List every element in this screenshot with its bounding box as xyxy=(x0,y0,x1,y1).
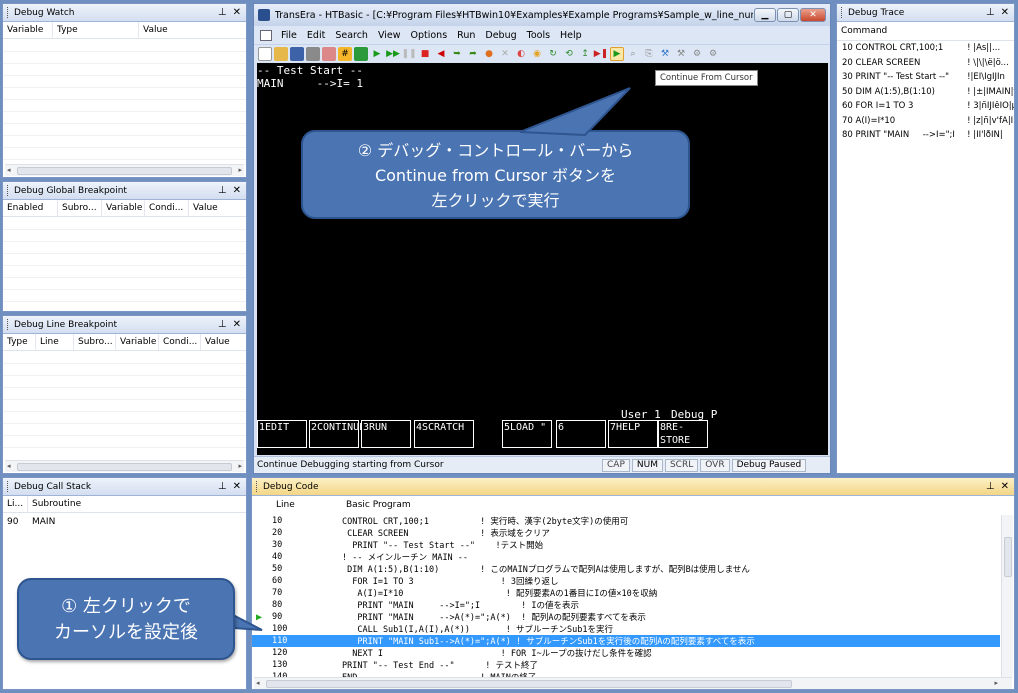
callout1-line2: カーソルを設定後 xyxy=(54,622,198,643)
callout-set-cursor: ① 左クリックで カーソルを設定後 xyxy=(17,578,235,660)
pointer-to-code xyxy=(232,613,263,631)
pointer-to-toolbar xyxy=(519,87,631,137)
callout1-line1: ① 左クリックで xyxy=(61,596,191,617)
